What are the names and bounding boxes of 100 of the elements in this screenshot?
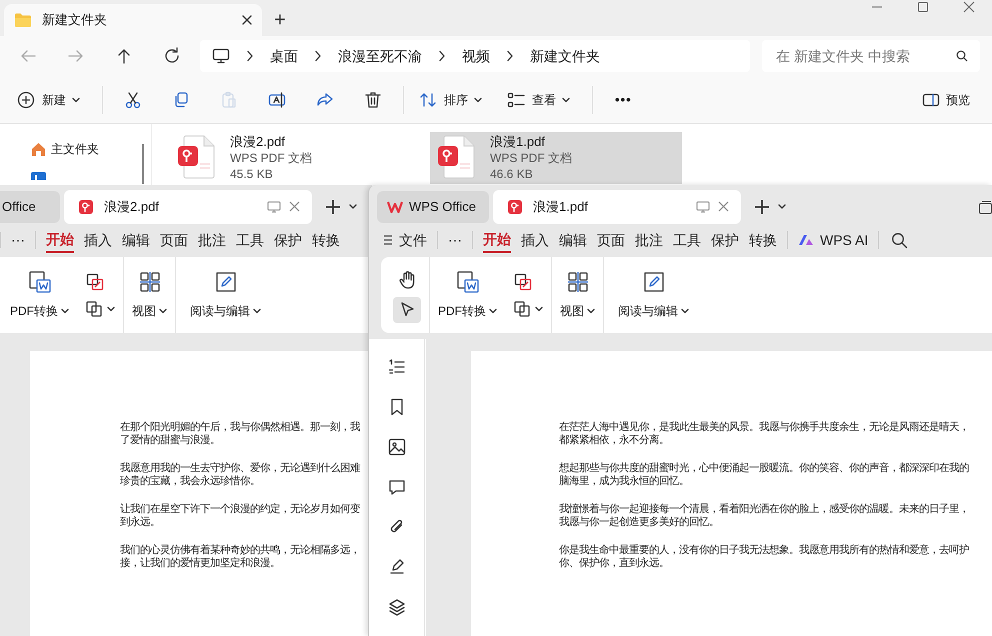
monitor-icon[interactable]: [696, 200, 710, 212]
pencil-frame-icon: [214, 270, 238, 294]
menu-tab[interactable]: 批注: [198, 227, 226, 253]
file-menu[interactable]: 文件: [383, 227, 427, 253]
copy-icon: [85, 300, 103, 318]
paragraph-line: 脑海里，成为我永恒的回忆。: [559, 475, 690, 488]
sidebar-button[interactable]: [386, 597, 406, 617]
view-button[interactable]: 视图: [560, 270, 595, 320]
menu-tab[interactable]: 保护: [711, 227, 739, 253]
copy-dropdown-button[interactable]: [85, 300, 115, 318]
sort-button[interactable]: 排序: [410, 82, 490, 116]
sidebar-item[interactable]: 主文件夹: [30, 138, 151, 160]
new-button[interactable]: 新建: [8, 82, 88, 116]
address-bar[interactable]: 桌面 浪漫至死不渝 视频 新建文件夹: [200, 40, 750, 72]
paragraph-line: 珍贵的宝藏，我会永远珍惜你。: [120, 475, 261, 488]
menu-tab[interactable]: 开始: [46, 227, 74, 253]
file-type: WPS PDF 文档: [490, 150, 572, 166]
breadcrumb-item[interactable]: 视频: [462, 46, 490, 66]
chevron-right-icon: [438, 50, 446, 62]
breadcrumb-item[interactable]: 新建文件夹: [530, 46, 600, 66]
menu-tab[interactable]: 批注: [635, 227, 663, 253]
home-icon: [30, 140, 47, 158]
menu-tab[interactable]: 工具: [236, 227, 264, 253]
image-edit-icon: [513, 272, 533, 292]
pdf-convert-button[interactable]: PDF转换: [10, 270, 69, 320]
folder-icon: [14, 12, 32, 28]
pdf-convert-button[interactable]: PDF转换: [438, 270, 497, 320]
preview-button[interactable]: 预览: [916, 84, 976, 116]
chevron-down-icon: [681, 308, 689, 314]
menu-tab[interactable]: 插入: [521, 227, 549, 253]
new-tab-button[interactable]: +: [262, 4, 298, 36]
panel-icon: [922, 92, 940, 106]
close-icon[interactable]: [242, 15, 252, 25]
window-tab[interactable]: 新建文件夹: [4, 4, 262, 36]
search-icon: [956, 50, 968, 62]
menu-tab[interactable]: 编辑: [559, 227, 587, 253]
ai-button[interactable]: WPS AI: [798, 227, 868, 253]
more-button[interactable]: ⋯: [448, 227, 462, 253]
document-tab[interactable]: WPS Office: [377, 190, 489, 222]
menu-tab[interactable]: 插入: [84, 227, 112, 253]
file-item[interactable]: 浪漫1.pdf WPS PDF 文档 46.6 KB: [430, 132, 682, 184]
paragraph-line: 都紧紧相依，永不分离。: [559, 434, 670, 447]
chevron-down-icon: [72, 96, 80, 102]
chevron-down-icon[interactable]: [348, 202, 358, 210]
scissors-icon: [123, 90, 143, 110]
paragraph-line: 了爱情的甜蜜与浪漫。: [120, 434, 221, 447]
chevron-down-icon[interactable]: [777, 202, 787, 210]
file-name: 浪漫1.pdf: [490, 134, 546, 150]
monitor-icon[interactable]: [267, 200, 281, 212]
menu-tab[interactable]: 工具: [673, 227, 701, 253]
menu-tab[interactable]: 转换: [749, 227, 777, 253]
view-button[interactable]: 查看: [498, 82, 578, 116]
w-logo-icon: [387, 200, 403, 214]
chevron-down-icon: [159, 308, 167, 314]
chevron-down-icon: [107, 306, 115, 312]
select-tool-button[interactable]: [393, 297, 421, 323]
chevron-down-icon: [253, 308, 261, 314]
menu-tab[interactable]: 页面: [597, 227, 625, 253]
menu-tab[interactable]: 保护: [274, 227, 302, 253]
document-tab[interactable]: Office: [0, 190, 60, 222]
copy-dropdown-button[interactable]: [513, 300, 543, 318]
grid-icon: [566, 270, 590, 294]
chevron-down-icon: [474, 96, 482, 102]
ai-logo-icon: [798, 234, 814, 246]
document-tab[interactable]: 浪漫1.pdf: [493, 190, 741, 224]
more-button[interactable]: •••: [607, 82, 640, 116]
trash-icon: [363, 90, 383, 110]
tab-title: 新建文件夹: [42, 11, 108, 30]
menu-tab[interactable]: 页面: [160, 227, 188, 253]
plus-circle-icon: [16, 90, 36, 110]
breadcrumb-item[interactable]: 桌面: [270, 46, 298, 66]
paragraph-line: 到永远。: [120, 516, 161, 529]
read-edit-button[interactable]: 阅读与编辑: [184, 270, 267, 320]
menu-tab[interactable]: 转换: [312, 227, 340, 253]
layers-icon: [386, 597, 406, 617]
search-field[interactable]: 在 新建文件夹 中搜索: [762, 40, 980, 72]
menu-tab[interactable]: 编辑: [122, 227, 150, 253]
word-document-icon: [28, 270, 52, 294]
chevron-right-icon: [246, 50, 254, 62]
plus-icon[interactable]: [753, 198, 771, 216]
chevron-down-icon: [562, 96, 570, 102]
paragraph-line: 让我们在星空下许下一个浪漫的约定，无论岁月如何变: [120, 503, 361, 516]
monitor-icon: [212, 48, 230, 64]
restore-window-icon[interactable]: [978, 200, 992, 214]
paragraph-line: 接，让我们的爱情更加坚定和浪漫。: [120, 557, 281, 570]
sidebar-button[interactable]: [386, 437, 406, 457]
file-size: 45.5 KB: [230, 166, 274, 182]
gallery-icon: [30, 171, 47, 180]
breadcrumb-item[interactable]: 浪漫至死不渝: [338, 46, 422, 66]
more-button[interactable]: ⋯: [11, 227, 25, 253]
document-tab[interactable]: 浪漫2.pdf: [64, 190, 312, 224]
menu-tab[interactable]: 开始: [483, 227, 511, 253]
view-button[interactable]: 视图: [132, 270, 167, 320]
chevron-right-icon: [506, 50, 514, 62]
paragraph-line: 你、保护你，直到永远。: [559, 557, 670, 570]
read-edit-button[interactable]: 阅读与编辑: [612, 270, 695, 320]
word-document-icon: [456, 270, 480, 294]
plus-icon[interactable]: [324, 198, 342, 216]
file-item[interactable]: 浪漫2.pdf WPS PDF 文档 45.5 KB: [170, 132, 422, 184]
image-edit-icon: [85, 272, 105, 292]
